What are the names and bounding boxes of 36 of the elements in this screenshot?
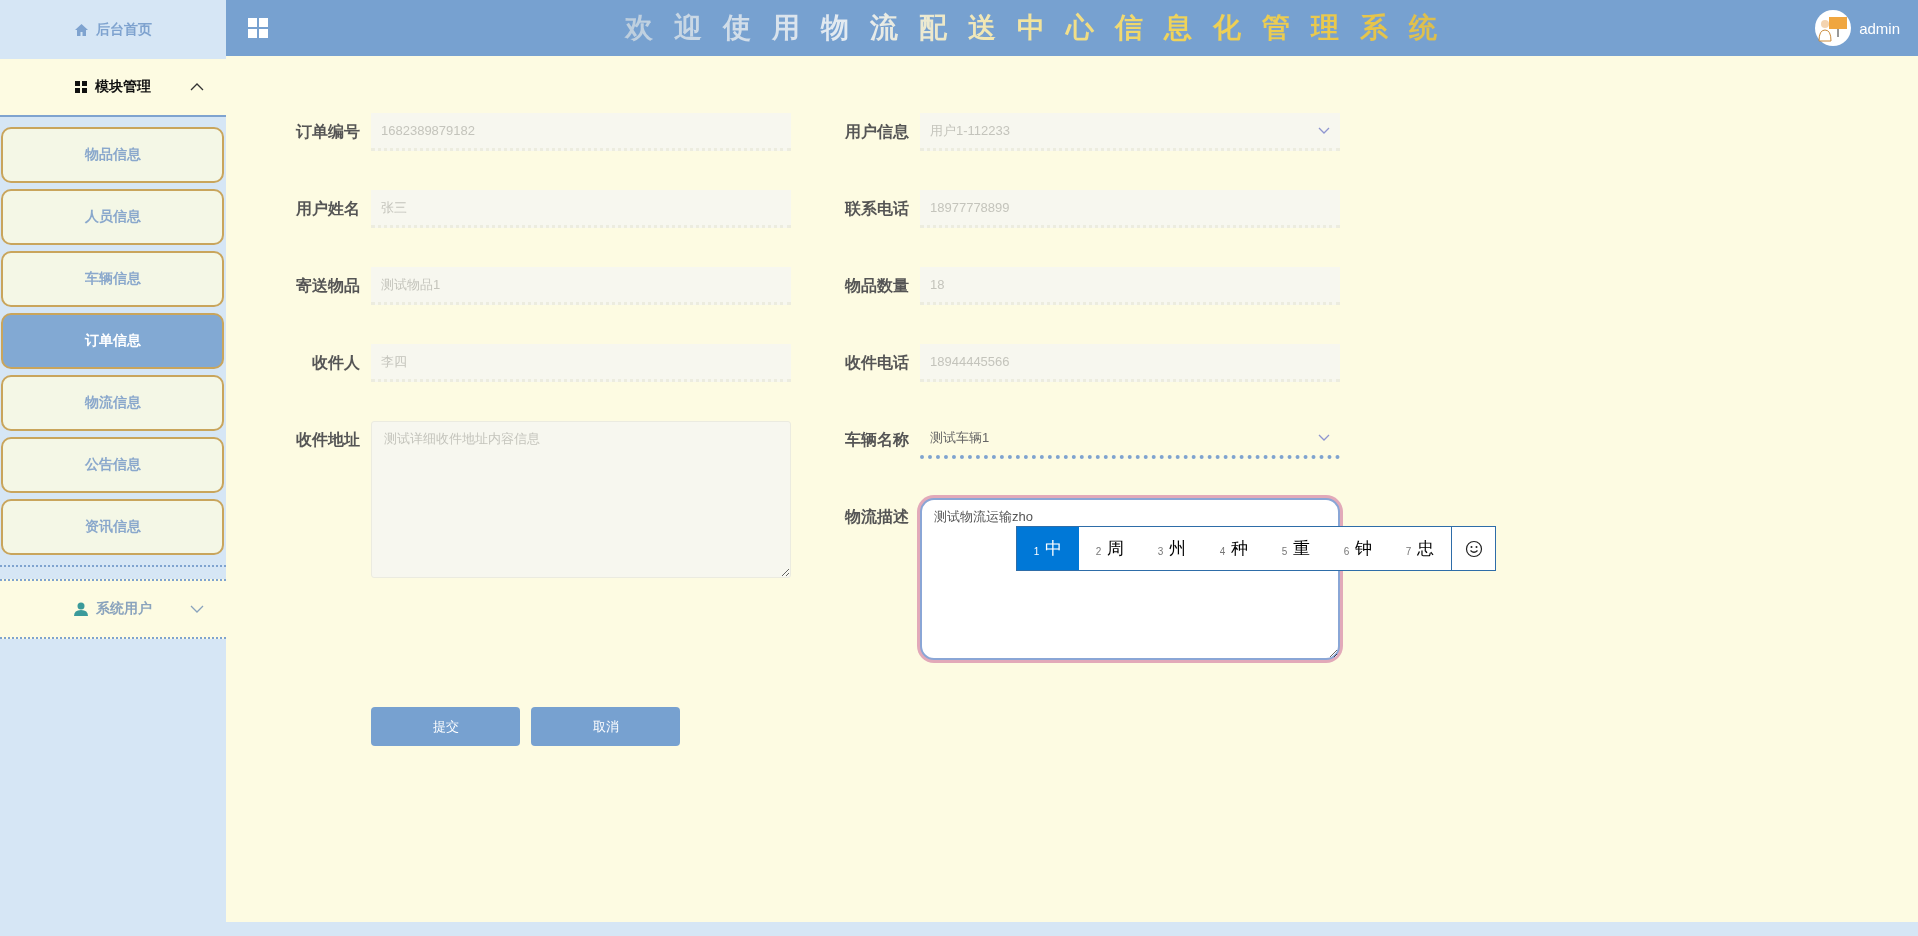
field-label: 订单编号 [294, 122, 360, 142]
field-label: 收件地址 [295, 430, 360, 450]
menu-item[interactable]: 公告信息 [1, 437, 224, 493]
field-label: 用户姓名 [295, 199, 360, 219]
home-icon [74, 23, 88, 36]
select-field[interactable]: 测试车辆1 [920, 421, 1340, 459]
user-name[interactable]: admin [1859, 19, 1900, 37]
field-label: 用户信息 [844, 122, 909, 142]
grid-icon [75, 81, 87, 93]
menu-item[interactable]: 资讯信息 [1, 499, 224, 555]
ime-candidate[interactable]: 1 中 [1017, 527, 1079, 570]
menu-item[interactable]: 人员信息 [1, 189, 224, 245]
chevron-down-icon [1318, 126, 1330, 135]
field-label: 物品数量 [844, 276, 909, 296]
submit-button[interactable]: 提交 [371, 707, 520, 746]
menu-group-header[interactable]: 系统用户 [0, 579, 226, 639]
chevron-up-icon [190, 81, 204, 93]
avatar[interactable] [1815, 10, 1852, 46]
person-icon [74, 602, 88, 616]
field-label: 物流描述 [844, 507, 909, 527]
smiley-icon [1464, 539, 1483, 558]
field-label: 寄送物品 [295, 276, 360, 296]
chevron-down-icon [1318, 434, 1330, 442]
menu-item[interactable]: 订单信息 [1, 313, 224, 369]
field-label: 车辆名称 [844, 430, 909, 450]
field-label: 收件人 [311, 353, 360, 373]
menu-item[interactable]: 物品信息 [1, 127, 224, 183]
menu-item[interactable]: 车辆信息 [1, 251, 224, 307]
cancel-button[interactable]: 取消 [531, 707, 680, 746]
chevron-down-icon [190, 603, 204, 615]
menu-grid-icon[interactable] [248, 18, 268, 38]
field-label: 收件电话 [844, 353, 909, 373]
menu-item[interactable]: 物流信息 [1, 375, 224, 431]
system-title: 欢迎使用物流配送中心信息化管理系统 [625, 11, 1459, 45]
menu-group-header[interactable]: 模块管理 [0, 59, 226, 117]
field-label: 联系电话 [844, 199, 909, 219]
